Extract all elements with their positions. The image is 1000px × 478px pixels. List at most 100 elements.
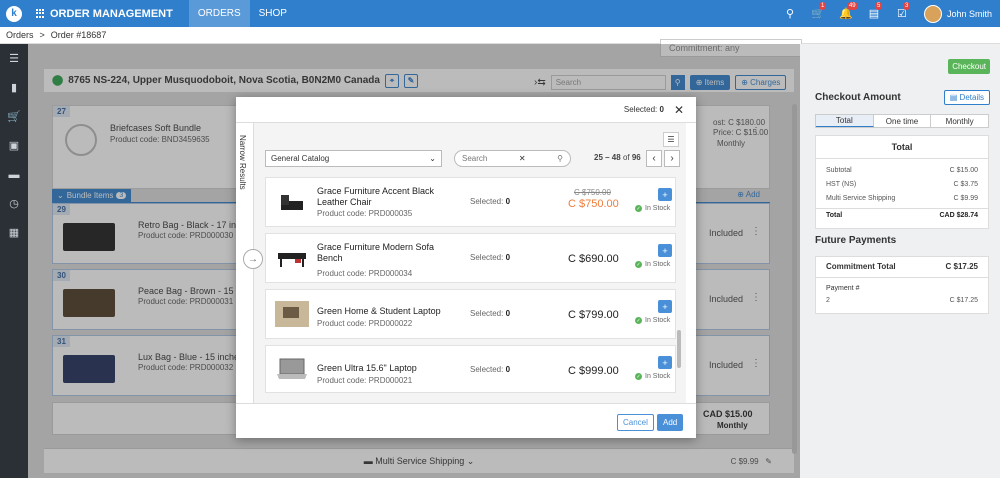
modal-scrollbar[interactable] (677, 330, 681, 368)
tab-monthly[interactable]: Monthly (931, 115, 988, 127)
cart-icon[interactable]: 🛒 (0, 102, 28, 131)
add-product-button[interactable]: + (658, 244, 672, 257)
product-code: Product code: PRD000022 (317, 319, 413, 328)
cancel-button[interactable]: Cancel (617, 414, 654, 431)
sidebar: ☰ ▮ 🛒 ▣ ▬ ◷ ▦ (0, 44, 28, 478)
product-price: C $690.00 (568, 253, 619, 265)
total-box-title: Total (816, 136, 988, 159)
product-code: Product code: PRD000021 (317, 376, 413, 385)
tab-total[interactable]: Total (816, 115, 874, 127)
product-image (275, 301, 309, 327)
clipboard-icon[interactable]: ▣ (0, 131, 28, 160)
product-selected: Selected: 0 (470, 253, 511, 262)
cart-badge: 1 (818, 1, 827, 10)
checkout-button[interactable]: Checkout (948, 59, 990, 74)
breadcrumb-orders[interactable]: Orders (6, 30, 34, 40)
product-old-price: C $750.00 (574, 188, 611, 197)
tax-row: HST (NS) C $3.75 (826, 181, 978, 188)
nav-orders[interactable]: ORDERS (188, 0, 250, 27)
app-switcher[interactable]: ORDER MANAGEMENT (30, 8, 189, 20)
check-circle-icon: ✓ (635, 205, 642, 212)
next-page-button[interactable]: › (664, 150, 680, 167)
product-selected: Selected: 0 (470, 365, 511, 374)
close-icon[interactable]: ✕ (674, 103, 684, 117)
modal-footer: Cancel Add (236, 403, 696, 438)
add-button[interactable]: Add (657, 414, 684, 431)
product-image (278, 253, 306, 267)
breadcrumb: Orders > Order #18687 (0, 27, 1000, 44)
chevron-down-icon: ⌄ (429, 154, 436, 163)
user-menu[interactable]: John Smith (923, 4, 992, 23)
product-name: Green Home & Student Laptop (317, 306, 441, 316)
tab-one-time[interactable]: One time (874, 115, 932, 127)
commitment-total-row: Commitment Total C $17.25 (816, 257, 988, 278)
product-image (281, 195, 303, 210)
catalog-search-input[interactable]: Search ✕ ⚲ (454, 150, 571, 167)
product-code: Product code: PRD000034 (317, 269, 413, 278)
search-icon[interactable]: ⚲ (784, 8, 796, 20)
user-name: John Smith (946, 8, 992, 19)
product-selected: Selected: 0 (470, 197, 511, 206)
add-items-modal: Selected: 0 ✕ Narrow Results → ☰ General… (236, 97, 696, 438)
product-name: Grace Furniture Accent Black Leather Cha… (317, 186, 435, 207)
clock-icon[interactable]: ◷ (0, 189, 28, 218)
payment-row: 2C $17.25 (826, 297, 978, 304)
prev-page-button[interactable]: ‹ (646, 150, 662, 167)
clipboard-badge: 5 (874, 1, 883, 10)
bell-badge: 49 (846, 1, 858, 10)
list-view-icon[interactable]: ☰ (663, 132, 679, 147)
product-price: C $999.00 (568, 365, 619, 377)
catalog-select[interactable]: General Catalog ⌄ (265, 150, 442, 167)
add-product-button[interactable]: + (658, 300, 672, 313)
payment-header: Payment # (826, 285, 860, 292)
total-box: Total Subtotal C $15.00 HST (NS) C $3.75 M… (815, 135, 989, 229)
checkout-title: Checkout Amount (815, 92, 901, 103)
product-row: Grace Furniture Modern Sofa Bench Produc… (265, 233, 676, 283)
product-row: Green Home & Student Laptop Product code… (265, 289, 676, 339)
nav-shop[interactable]: SHOP (250, 0, 296, 27)
bell-icon[interactable]: 🔔 49 (839, 1, 858, 20)
breadcrumb-current: Order #18687 (50, 30, 107, 40)
search-icon: ⚲ (557, 154, 563, 163)
stock-status: ✓ In Stock (635, 261, 671, 268)
calendar-icon[interactable]: ▦ (0, 218, 28, 247)
pagination-info: 25 – 48 of 96 (594, 153, 641, 162)
document-icon[interactable]: ▮ (0, 73, 28, 102)
check-circle-icon: ✓ (635, 261, 642, 268)
clipboard-icon[interactable]: ▤ 5 (868, 1, 883, 20)
product-price: C $799.00 (568, 309, 619, 321)
chat-icon[interactable]: ▬ (0, 160, 28, 189)
add-product-button[interactable]: + (658, 188, 672, 201)
product-row: Grace Furniture Accent Black Leather Cha… (265, 177, 676, 227)
total-row: Total CAD $28.74 (816, 208, 988, 223)
clear-search-icon: ✕ (518, 154, 526, 163)
stock-status: ✓ In Stock (635, 317, 671, 324)
future-payments-title: Future Payments (815, 235, 897, 246)
subtotal-row: Subtotal C $15.00 (826, 167, 978, 174)
product-image (277, 358, 307, 379)
stock-status: ✓ In Stock (635, 373, 671, 380)
check-circle-icon: ✓ (635, 373, 642, 380)
product-selected: Selected: 0 (470, 309, 511, 318)
shipping-row: Multi Service Shipping C $9.99 (826, 195, 978, 202)
product-name: Grace Furniture Modern Sofa Bench (317, 242, 435, 263)
add-product-button[interactable]: + (658, 356, 672, 369)
app-logo[interactable]: k (6, 5, 22, 22)
product-price: C $750.00 (568, 198, 619, 210)
stock-status: ✓ In Stock (635, 205, 671, 212)
menu-icon[interactable]: ☰ (0, 44, 28, 73)
chevron-right-icon: > (39, 30, 45, 40)
details-button[interactable]: ▤ Details (943, 90, 990, 105)
selected-count: Selected: 0 (623, 105, 664, 114)
arrow-right-icon[interactable]: → (243, 249, 263, 269)
avatar (923, 4, 942, 23)
checkout-panel: Checkout Checkout Amount ▤ Details Total… (800, 44, 1000, 478)
narrow-results-label: Narrow Results (238, 135, 247, 190)
future-payments-box: Commitment Total C $17.25 Payment # 2C $1… (815, 256, 989, 314)
cart-icon[interactable]: 🛒 1 (811, 1, 827, 20)
check-badge: 3 (902, 1, 911, 10)
amount-tabs: Total One time Monthly (815, 114, 989, 128)
product-name: Green Ultra 15.6" Laptop (317, 363, 417, 373)
grid-icon (36, 9, 45, 18)
check-icon[interactable]: ☑ 3 (896, 1, 911, 20)
